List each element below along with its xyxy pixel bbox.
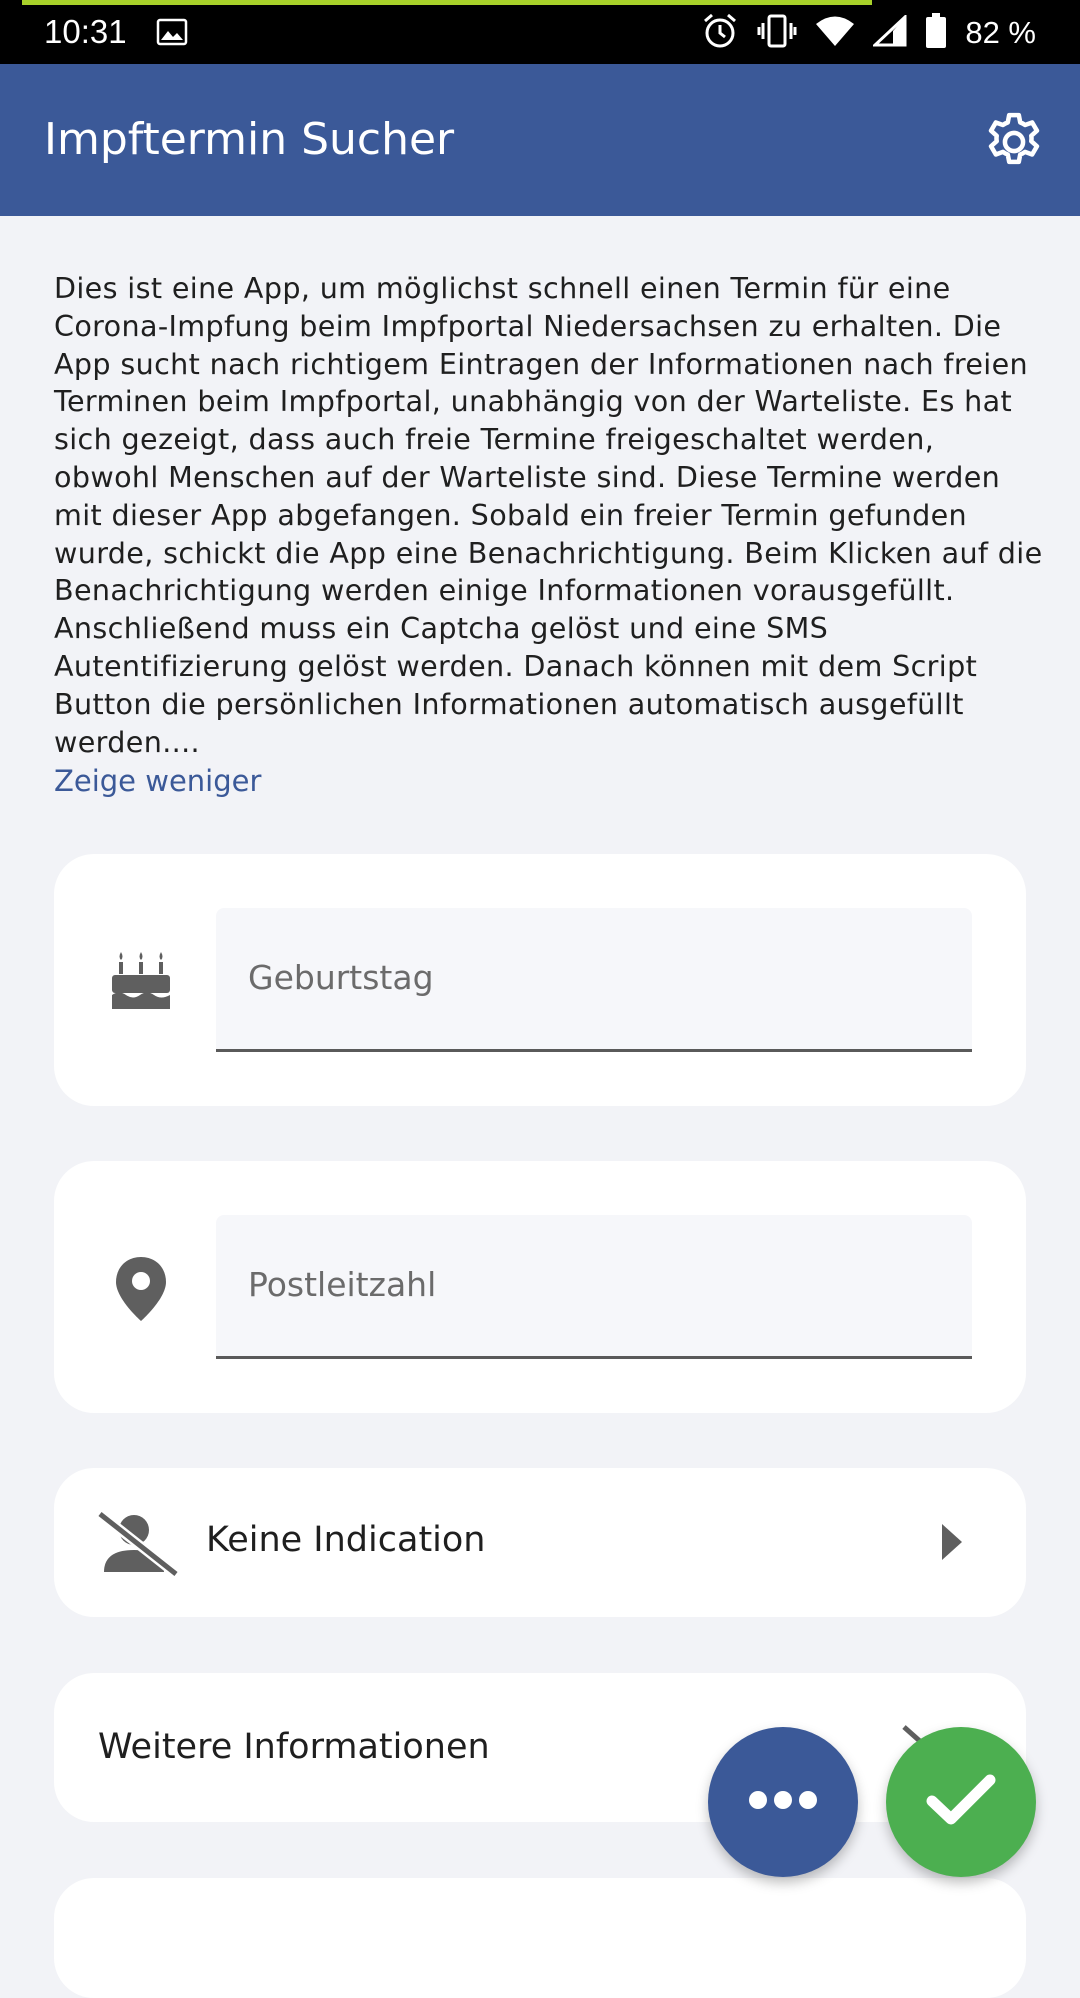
more-info-label: Weitere Informationen [98,1727,490,1767]
status-icons: 82 % [701,12,1036,54]
gallery-icon [156,18,188,50]
more-info-card[interactable]: Weitere Informationen [54,1673,1026,1822]
battery-percentage: 82 % [965,15,1036,50]
postal-code-placeholder: Postleitzahl [248,1265,437,1304]
indication-selector[interactable]: Keine Indication [54,1468,1026,1617]
description-text: Dies ist eine App, um möglichst schnell … [54,271,1043,759]
settings-button[interactable] [978,108,1050,180]
status-bar: 10:31 82 % [0,0,1080,64]
gear-icon [980,108,1048,180]
arrow-right-icon [940,1522,964,1566]
postal-code-card: Postleitzahl [54,1161,1026,1413]
app-title: Impftermin Sucher [44,114,455,165]
show-less-link[interactable]: Zeige weniger [54,762,261,800]
more-options-button[interactable] [708,1727,858,1877]
signal-icon [871,13,907,51]
more-horizontal-icon [748,1790,818,1814]
birthday-placeholder: Geburtstag [248,958,434,997]
confirm-button[interactable] [886,1727,1036,1877]
postal-code-field[interactable]: Postleitzahl [216,1215,972,1359]
vibrate-icon [757,14,797,52]
person-off-icon [96,1508,180,1578]
alarm-icon [701,12,739,54]
app-bar: Impftermin Sucher [0,64,1080,216]
check-icon [926,1773,996,1831]
battery-icon [925,13,947,53]
status-progress-bar [22,0,872,5]
next-card [54,1878,1026,1998]
status-time: 10:31 [44,13,127,50]
location-pin-icon [114,1255,176,1321]
cake-icon [110,949,172,1011]
birthday-field[interactable]: Geburtstag [216,908,972,1052]
wifi-icon [815,15,855,51]
birthday-card: Geburtstag [54,854,1026,1106]
indication-label: Keine Indication [206,1520,486,1560]
